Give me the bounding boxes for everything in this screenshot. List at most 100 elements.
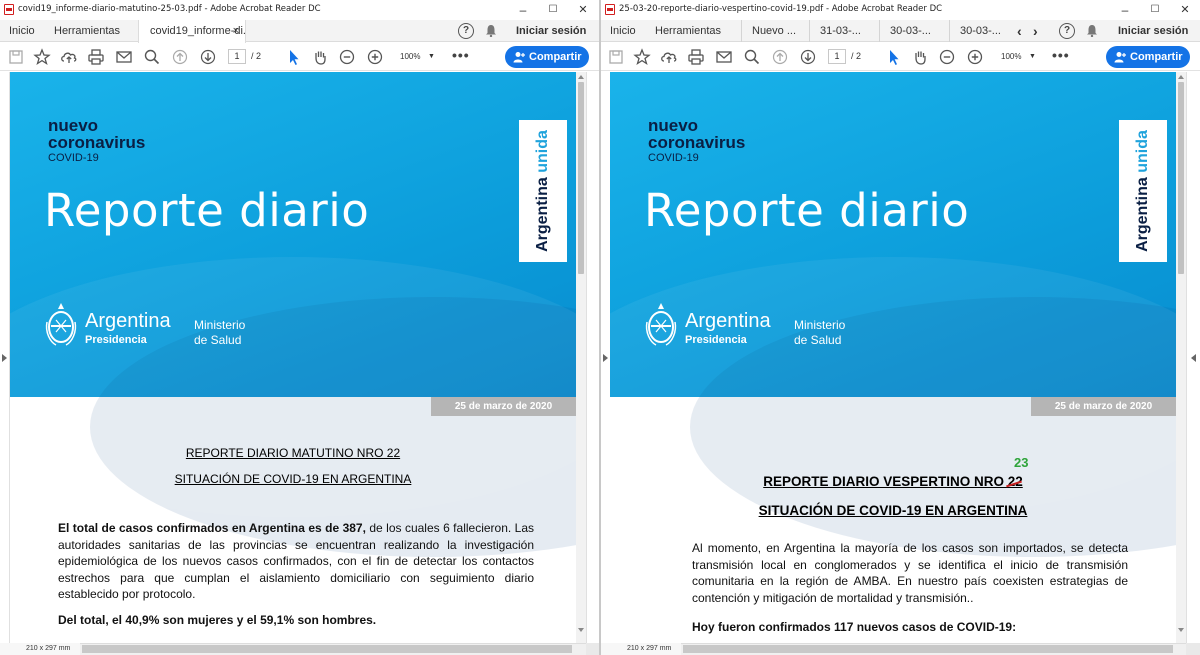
search-icon[interactable] [142, 47, 162, 67]
more-tools-icon[interactable]: ••• [1052, 48, 1070, 62]
scroll-down-icon[interactable] [578, 628, 584, 632]
help-icon[interactable]: ? [1059, 23, 1075, 39]
zoom-level-value: 100% [1001, 52, 1022, 61]
horizontal-scrollbar-thumb[interactable] [683, 645, 1173, 653]
zoom-out-icon[interactable] [337, 47, 357, 67]
tab-document-4[interactable]: 30-03-... [949, 20, 1011, 42]
tab-home[interactable]: Inicio [610, 20, 636, 42]
tab-document[interactable]: covid19_informe-di... × [138, 20, 246, 43]
tab-document-1[interactable]: Nuevo ... [741, 20, 801, 42]
more-tools-icon[interactable]: ••• [452, 48, 470, 62]
document-viewport[interactable]: nuevo coronavirus COVID-19 Reporte diario… [0, 72, 599, 655]
page-number-input[interactable]: 1 [228, 49, 246, 64]
tab-home[interactable]: Inicio [9, 20, 35, 42]
vertical-scrollbar[interactable] [1176, 72, 1186, 643]
minimize-button[interactable]: – [1110, 1, 1140, 19]
maximize-button[interactable]: ☐ [538, 1, 568, 19]
tabs-scroll-right-icon[interactable]: › [1033, 20, 1038, 42]
left-acrobat-window: covid19_informe-diario-matutino-25-03.pd… [0, 0, 599, 655]
left-pane-toggle[interactable] [0, 72, 10, 643]
toolbar: 1 / 2 100% ▼ ••• Compartir [0, 43, 599, 71]
scrollbar-thumb[interactable] [1178, 82, 1184, 274]
horizontal-scrollbar[interactable]: 210 x 297 mm [0, 643, 586, 655]
email-icon[interactable] [114, 47, 134, 67]
page-number-input[interactable]: 1 [828, 49, 846, 64]
horizontal-scrollbar[interactable]: 210 x 297 mm [601, 643, 1186, 655]
expand-right-pane-icon[interactable] [1191, 354, 1196, 362]
zoom-in-icon[interactable] [965, 47, 985, 67]
zoom-in-icon[interactable] [365, 47, 385, 67]
next-page-icon[interactable] [798, 47, 818, 67]
document-viewport[interactable]: nuevo coronavirus COVID-19 Reporte diario… [601, 72, 1200, 655]
gov-argentina-label: Argentina [685, 310, 771, 332]
hand-tool-icon[interactable] [310, 47, 330, 67]
scrollbar-thumb[interactable] [578, 82, 584, 274]
bookmark-star-icon[interactable] [632, 47, 652, 67]
report-paragraph-1: El total de casos confirmados en Argenti… [58, 521, 535, 601]
previous-page-icon[interactable] [770, 47, 790, 67]
page-dimensions: 210 x 297 mm [601, 643, 681, 655]
close-window-button[interactable]: ✕ [568, 1, 598, 19]
horizontal-scrollbar-thumb[interactable] [82, 645, 572, 653]
tab-tools[interactable]: Herramientas [54, 20, 120, 42]
zoom-level-select[interactable]: 100% ▼ [400, 49, 438, 64]
email-icon[interactable] [714, 47, 734, 67]
share-button[interactable]: Compartir [505, 46, 589, 68]
pdf-file-icon [4, 4, 14, 15]
title-bar: covid19_informe-diario-matutino-25-03.pd… [0, 0, 599, 20]
hand-tool-icon[interactable] [910, 47, 930, 67]
scroll-down-icon[interactable] [1178, 628, 1184, 632]
scroll-up-icon[interactable] [1178, 75, 1184, 79]
save-icon[interactable] [606, 47, 626, 67]
argentina-unida-badge: Argentina unida [519, 120, 567, 262]
previous-page-icon[interactable] [170, 47, 190, 67]
sign-in-link[interactable]: Iniciar sesión [516, 20, 586, 42]
report-cover-banner: nuevo coronavirus COVID-19 Reporte diario… [10, 72, 576, 557]
save-icon[interactable] [6, 47, 26, 67]
report-subtitle: SITUACIÓN DE COVID-19 EN ARGENTINA [174, 472, 412, 486]
brand-nuevo-coronavirus: nuevo coronavirus [48, 116, 146, 152]
chevron-down-icon: ▼ [1029, 53, 1036, 60]
report-paragraph-2: Hoy fueron confirmados 117 nuevos casos … [692, 620, 1017, 634]
zoom-out-icon[interactable] [937, 47, 957, 67]
tabs-scroll-left-icon[interactable]: ‹ [1017, 20, 1022, 42]
vertical-scrollbar[interactable] [576, 72, 586, 643]
tab-document-2[interactable]: 31-03-... [809, 20, 871, 42]
report-paragraph-1: Al momento, en Argentina la mayoría de l… [692, 541, 1128, 605]
tab-close-icon[interactable]: × [233, 20, 239, 42]
tab-document-3[interactable]: 30-03-... [879, 20, 941, 42]
page-dimensions: 210 x 297 mm [0, 643, 80, 655]
right-pane-toggle[interactable] [1186, 72, 1200, 643]
search-icon[interactable] [742, 47, 762, 67]
scroll-up-icon[interactable] [578, 75, 584, 79]
ministry-label: Ministerio de Salud [794, 318, 846, 347]
close-window-button[interactable]: ✕ [1170, 1, 1200, 19]
pdf-page: nuevo coronavirus COVID-19 Reporte diario… [10, 72, 576, 643]
notifications-bell-icon[interactable] [1086, 24, 1098, 37]
zoom-level-select[interactable]: 100% ▼ [1001, 49, 1039, 64]
tab-tools[interactable]: Herramientas [655, 20, 721, 42]
argentina-unida-badge: Argentina unida [1119, 120, 1167, 262]
print-icon[interactable] [686, 47, 706, 67]
upload-cloud-icon[interactable] [659, 47, 679, 67]
coat-of-arms-icon [45, 303, 77, 346]
expand-left-pane-icon[interactable] [2, 354, 7, 362]
notifications-bell-icon[interactable] [485, 24, 497, 37]
report-headline: Reporte diario [44, 184, 370, 237]
next-page-icon[interactable] [198, 47, 218, 67]
print-icon[interactable] [86, 47, 106, 67]
minimize-button[interactable]: – [508, 1, 538, 19]
bookmark-star-icon[interactable] [32, 47, 52, 67]
window-title: covid19_informe-diario-matutino-25-03.pd… [18, 4, 321, 14]
help-icon[interactable]: ? [458, 23, 474, 39]
right-pane-toggle[interactable] [586, 72, 599, 643]
select-cursor-icon[interactable] [284, 47, 304, 67]
gov-argentina-label: Argentina [85, 310, 171, 332]
expand-left-pane-icon[interactable] [603, 354, 608, 362]
maximize-button[interactable]: ☐ [1140, 1, 1170, 19]
sign-in-link[interactable]: Iniciar sesión [1118, 20, 1188, 42]
select-cursor-icon[interactable] [884, 47, 904, 67]
share-button[interactable]: Compartir [1106, 46, 1190, 68]
title-bar: 25-03-20-reporte-diario-vespertino-covid… [601, 0, 1200, 20]
upload-cloud-icon[interactable] [59, 47, 79, 67]
